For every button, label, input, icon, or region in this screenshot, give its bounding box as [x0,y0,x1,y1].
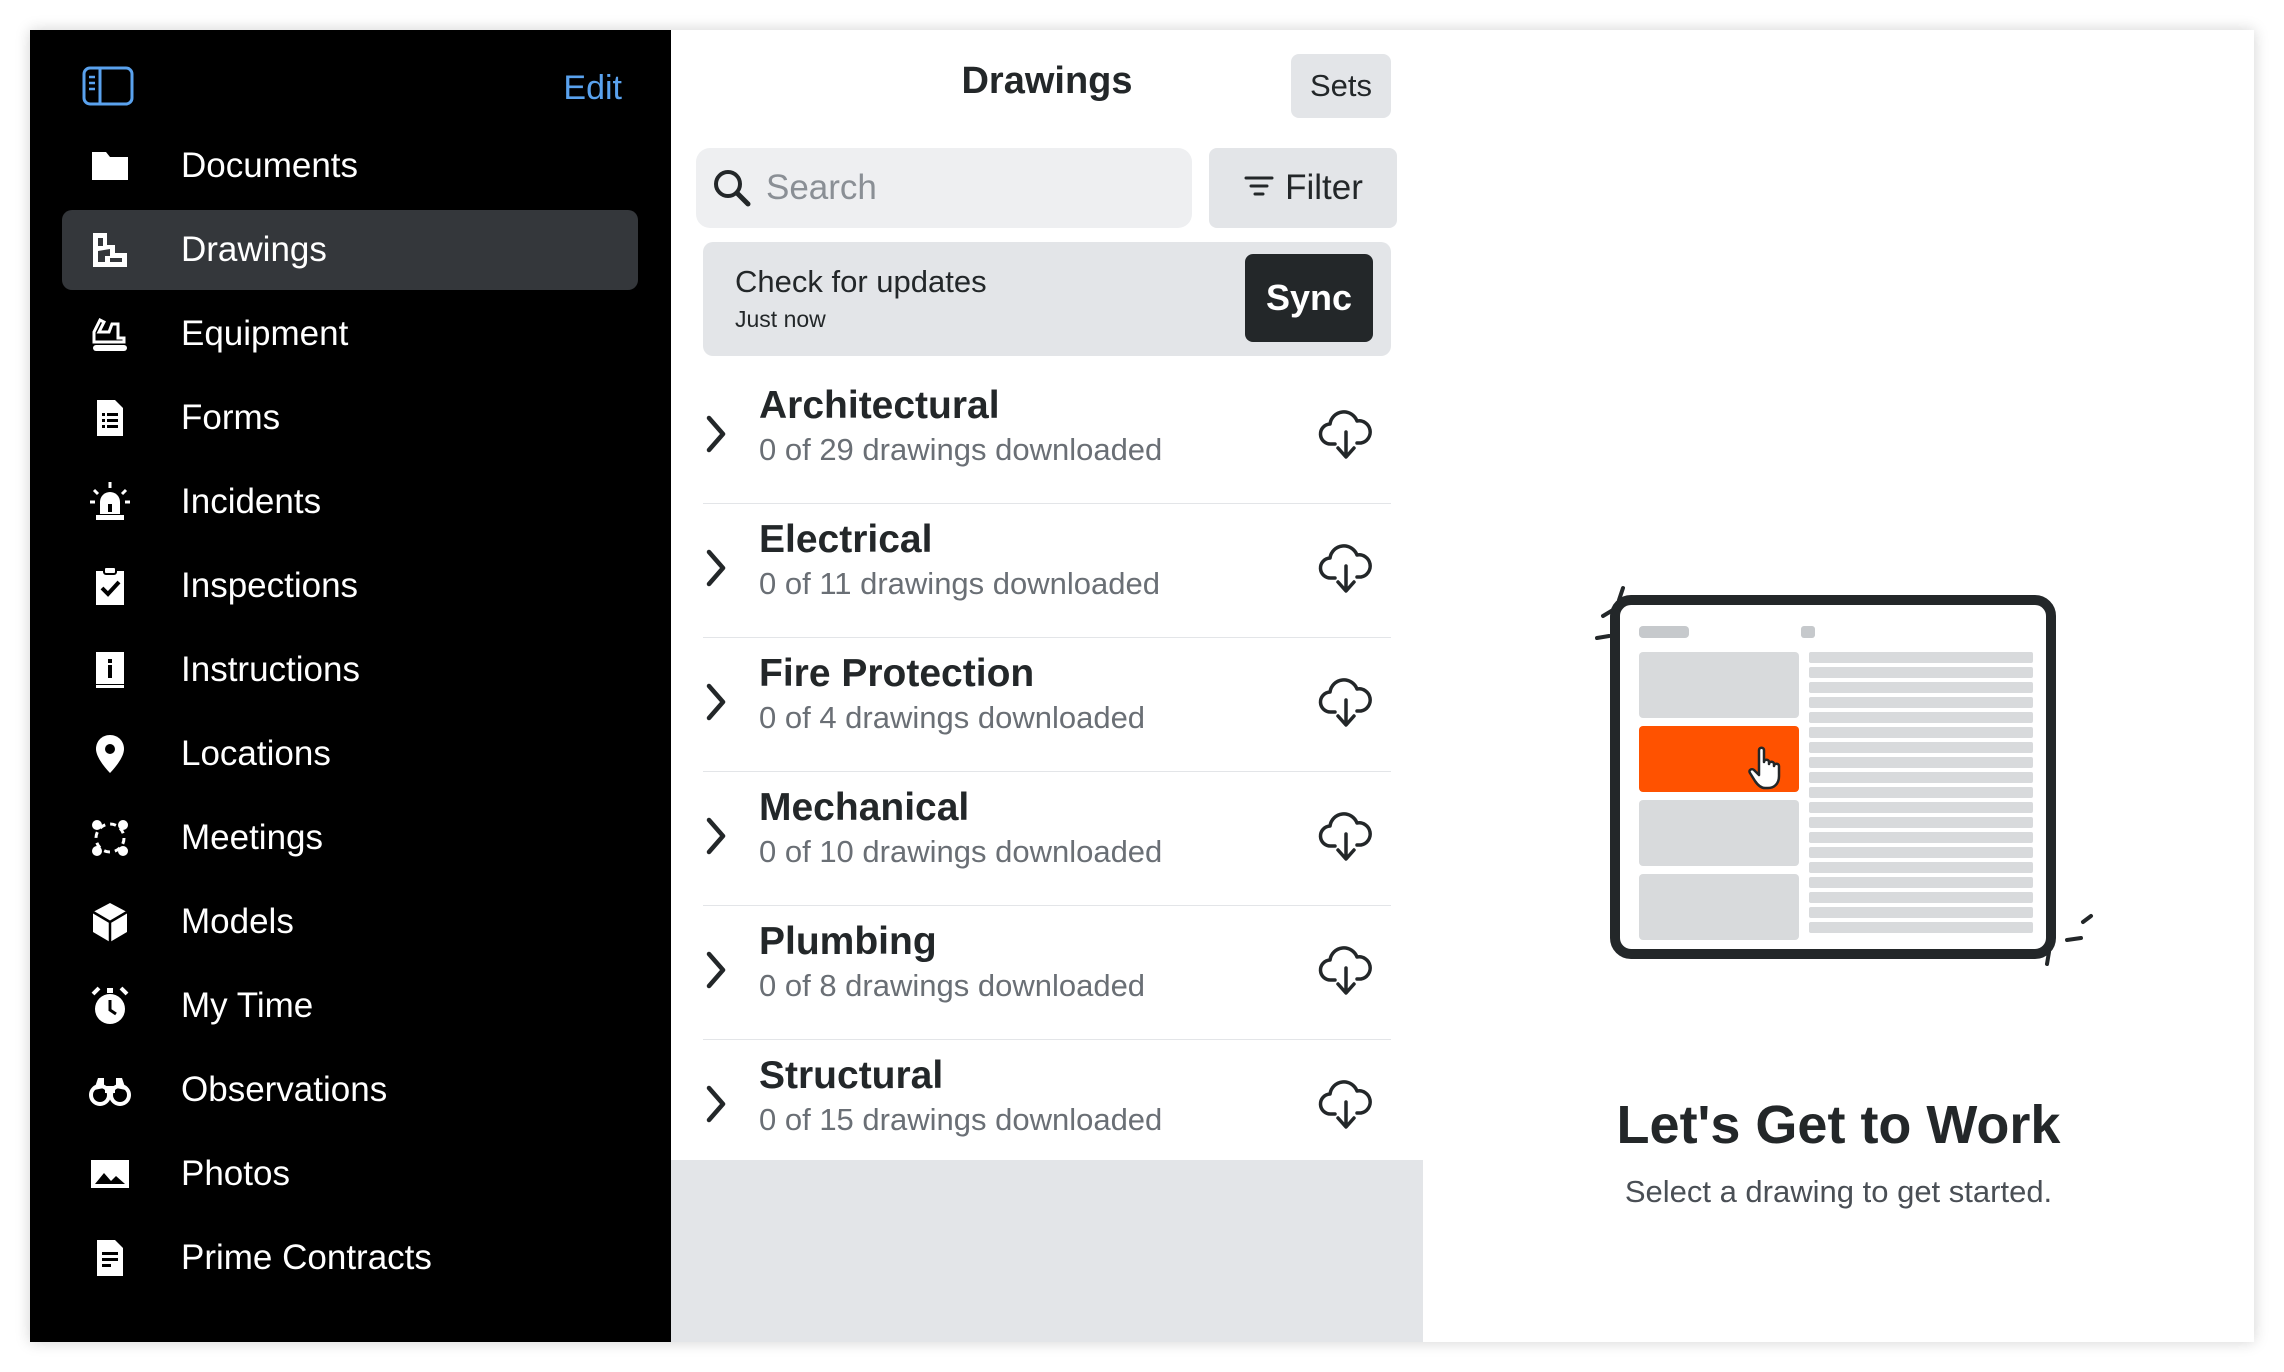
empty-state-subtitle: Select a drawing to get started. [1624,1174,2053,1209]
drawings-icon [88,228,132,272]
sets-button[interactable]: Sets [1291,54,1391,118]
discipline-name: Fire Protection [759,652,1035,695]
download-status: 0 of 11 drawings downloaded [759,566,1160,601]
instructions-icon [88,648,132,692]
sidebar-item-drawings[interactable]: Drawings [62,210,638,290]
sidebar-item-label: My Time [181,986,314,1025]
sidebar-item-label: Models [181,902,294,941]
edit-button[interactable]: Edit [563,66,622,110]
discipline-name: Plumbing [759,920,937,963]
filter-label: Filter [1285,168,1363,207]
search-input[interactable] [766,148,1176,228]
sidebar-item-label: Observations [181,1070,388,1109]
sidebar-item-prime-contracts[interactable]: Prime Contracts [62,1218,638,1298]
discipline-row[interactable]: Mechanical 0 of 10 drawings downloaded [703,772,1391,906]
drawings-panel: Drawings Sets Filter Check for updates J… [671,30,1423,1342]
tablet-illustration [1583,560,2103,1000]
cloud-download-icon[interactable] [1317,540,1375,598]
search-icon [710,166,754,210]
cube-icon [88,900,132,944]
download-status: 0 of 29 drawings downloaded [759,432,1163,467]
sidebar-item-documents[interactable]: Documents [62,126,638,206]
incidents-icon [88,480,132,524]
location-pin-icon [88,732,132,776]
sidebar-item-label: Photos [181,1154,290,1193]
sidebar-item-incidents[interactable]: Incidents [62,462,638,542]
contract-icon [88,1236,132,1280]
sidebar-item-label: Documents [181,146,359,185]
sync-card: Check for updates Just now Sync [703,242,1391,356]
app-window: Edit Documents Drawings Equipment Forms … [30,30,2254,1342]
discipline-list: Architectural 0 of 29 drawings downloaded… [703,370,1391,1174]
equipment-icon [88,312,132,356]
discipline-row[interactable]: Fire Protection 0 of 4 drawings downloade… [703,638,1391,772]
filter-button[interactable]: Filter [1209,148,1397,228]
discipline-row[interactable]: Plumbing 0 of 8 drawings downloaded [703,906,1391,1040]
detail-panel: Let's Get to Work Select a drawing to ge… [1423,30,2254,1342]
download-status: 0 of 10 drawings downloaded [759,834,1163,869]
meetings-icon [88,816,132,860]
sidebar-item-my-time[interactable]: My Time [62,966,638,1046]
sync-title: Check for updates [735,264,987,299]
sidebar-item-models[interactable]: Models [62,882,638,962]
sidebar-item-locations[interactable]: Locations [62,714,638,794]
download-status: 0 of 15 drawings downloaded [759,1102,1163,1137]
sidebar-item-label: Prime Contracts [181,1238,432,1277]
discipline-name: Architectural [759,384,1000,427]
sidebar-item-label: Inspections [181,566,359,605]
sidebar-item-forms[interactable]: Forms [62,378,638,458]
sidebar-item-equipment[interactable]: Equipment [62,294,638,374]
sidebar-item-observations[interactable]: Observations [62,1050,638,1130]
sidebar-item-instructions[interactable]: Instructions [62,630,638,710]
sidebar: Edit Documents Drawings Equipment Forms … [30,30,671,1342]
sidebar-item-label: Locations [181,734,331,773]
cloud-download-icon[interactable] [1317,808,1375,866]
folder-icon [88,144,132,188]
discipline-row[interactable]: Structural 0 of 15 drawings downloaded [703,1040,1391,1174]
sidebar-item-photos[interactable]: Photos [62,1134,638,1214]
sidebar-nav: Documents Drawings Equipment Forms Incid… [62,126,638,1302]
cloud-download-icon[interactable] [1317,674,1375,732]
drawings-panel-content: Drawings Sets Filter Check for updates J… [671,30,1423,1160]
filter-icon [1243,168,1275,208]
binoculars-icon [88,1068,132,1112]
sidebar-item-inspections[interactable]: Inspections [62,546,638,626]
sidebar-item-label: Equipment [181,314,349,353]
sidebar-item-meetings[interactable]: Meetings [62,798,638,878]
discipline-name: Electrical [759,518,933,561]
cloud-download-icon[interactable] [1317,1076,1375,1134]
chevron-right-icon [703,410,731,458]
discipline-row[interactable]: Electrical 0 of 11 drawings downloaded [703,504,1391,638]
search-box [696,148,1192,228]
sidebar-item-label: Forms [181,398,281,437]
download-status: 0 of 8 drawings downloaded [759,968,1146,1003]
sidebar-item-label: Meetings [181,818,324,857]
empty-state-title: Let's Get to Work [1616,1095,2061,1155]
sync-button[interactable]: Sync [1245,254,1373,342]
discipline-row[interactable]: Architectural 0 of 29 drawings downloaded [703,370,1391,504]
discipline-name: Mechanical [759,786,970,829]
forms-icon [88,396,132,440]
cloud-download-icon[interactable] [1317,406,1375,464]
sidebar-item-label: Drawings [181,230,327,269]
sidebar-toggle-icon[interactable] [82,66,134,106]
cloud-download-icon[interactable] [1317,942,1375,1000]
stopwatch-icon [88,984,132,1028]
chevron-right-icon [703,812,731,860]
chevron-right-icon [703,1080,731,1128]
sidebar-item-label: Incidents [181,482,322,521]
download-status: 0 of 4 drawings downloaded [759,700,1146,735]
chevron-right-icon [703,946,731,994]
sidebar-item-label: Instructions [181,650,360,689]
chevron-right-icon [703,544,731,592]
sync-timestamp: Just now [735,306,826,332]
inspections-icon [88,564,132,608]
discipline-name: Structural [759,1054,944,1097]
photo-icon [88,1152,132,1196]
chevron-right-icon [703,678,731,726]
